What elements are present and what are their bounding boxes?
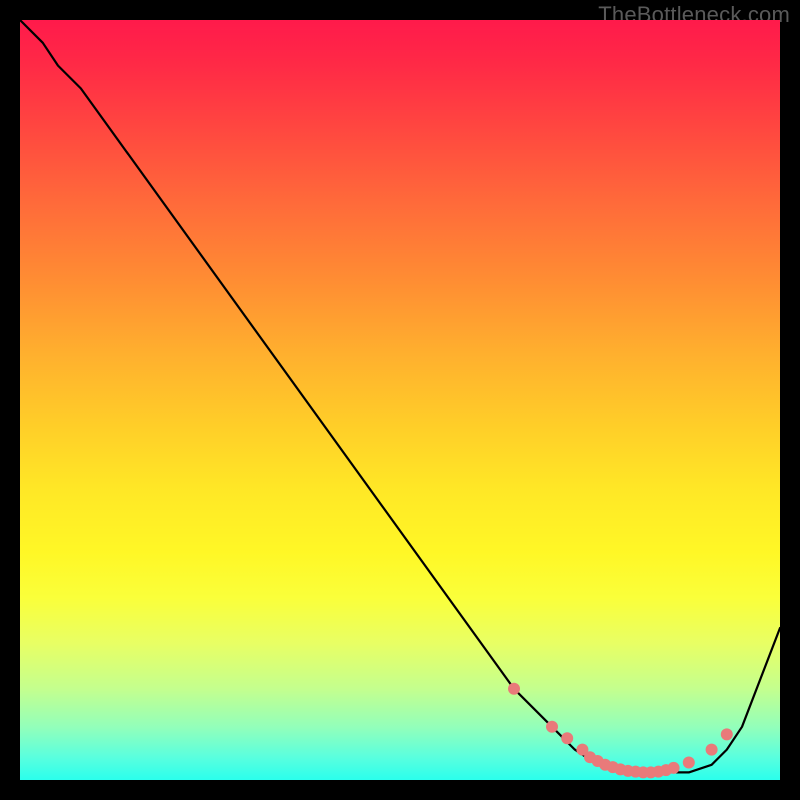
curve-svg — [20, 20, 780, 780]
bottleneck-curve-path — [20, 20, 780, 772]
highlight-dot — [546, 721, 558, 733]
highlight-dot — [706, 744, 718, 756]
highlight-dots-group — [508, 683, 733, 779]
chart-stage: TheBottleneck.com — [0, 0, 800, 800]
plot-area — [20, 20, 780, 780]
highlight-dot — [683, 757, 695, 769]
highlight-dot — [561, 732, 573, 744]
highlight-dot — [668, 762, 680, 774]
highlight-dot — [721, 728, 733, 740]
highlight-dot — [508, 683, 520, 695]
